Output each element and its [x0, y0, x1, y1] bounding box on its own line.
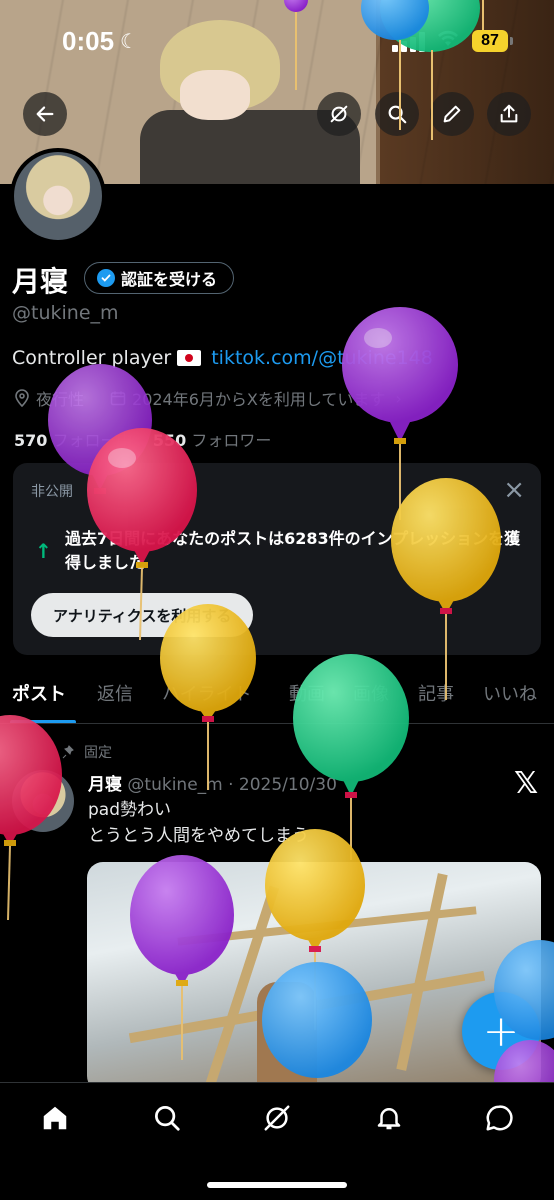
- pin-icon: [62, 745, 74, 759]
- moon-icon: ☾: [120, 29, 138, 53]
- status-time: 0:05: [62, 26, 115, 56]
- private-tag: 非公開: [31, 484, 73, 500]
- pinned-label: 固定: [62, 742, 112, 762]
- profile-meta: 夜行性 2024年6月からXを利用しています ›: [14, 386, 402, 410]
- active-tab-indicator: [10, 720, 76, 723]
- x-logo-icon: 𝕏: [514, 766, 539, 801]
- analytics-button[interactable]: アナリティクスを利用する: [31, 593, 254, 637]
- post-line-2: とうとう人間をやめてしまう: [88, 826, 309, 846]
- following-label: フォロー中: [52, 431, 133, 450]
- grok-icon: [330, 105, 348, 123]
- tab-posts[interactable]: ポスト: [12, 680, 66, 706]
- location-icon: [15, 389, 29, 407]
- get-verified-label: 認証を受ける: [121, 270, 218, 289]
- avatar-image: [14, 152, 102, 240]
- impressions-message: 過去7日間にあなたのポストは6283件のインプレッションを獲得しました: [65, 529, 521, 572]
- chevron-right-icon: ›: [395, 388, 402, 408]
- battery-indicator: 87: [472, 30, 513, 52]
- tab-likes[interactable]: いいね: [483, 680, 537, 706]
- followers-link[interactable]: 550 フォロワー: [153, 431, 272, 450]
- profile-avatar[interactable]: [10, 148, 106, 244]
- following-link[interactable]: 570 フォロー中: [14, 431, 133, 450]
- post-meta: @tukine_m · 2025/10/30: [127, 775, 337, 795]
- post-line-1: pad勢わい: [88, 800, 171, 820]
- wifi-icon: [436, 28, 460, 54]
- home-indicator[interactable]: [207, 1182, 347, 1188]
- home-icon[interactable]: [40, 1103, 70, 1133]
- post-header: 月寝 @tukine_m · 2025/10/30: [88, 770, 337, 795]
- tab-replies[interactable]: 返信: [97, 680, 133, 706]
- tab-articles[interactable]: 記事: [418, 680, 454, 706]
- profile-tabs: ポスト 返信 ハイライト 動画 画像 記事 いいね: [0, 668, 554, 724]
- search-icon[interactable]: [152, 1103, 182, 1133]
- profile-joined: 2024年6月からXを利用しています: [132, 390, 386, 409]
- media-beam: [396, 873, 448, 1071]
- share-icon: [500, 104, 518, 123]
- media-character: [257, 982, 317, 1092]
- compose-button[interactable]: +: [462, 992, 540, 1070]
- followers-label: フォロワー: [191, 431, 272, 450]
- grok-button[interactable]: [317, 92, 361, 136]
- profile-location: 夜行性: [36, 390, 85, 409]
- tab-videos[interactable]: 動画: [289, 680, 325, 706]
- share-button[interactable]: [487, 92, 531, 136]
- notifications-icon[interactable]: [374, 1103, 404, 1133]
- verified-badge-icon: [97, 269, 115, 287]
- back-arrow-icon: [36, 106, 54, 122]
- calendar-icon: [110, 391, 126, 406]
- bio-link[interactable]: tiktok.com/@tukine148: [211, 347, 433, 369]
- profile-bio: Controller player tiktok.com/@tukine148: [12, 347, 433, 369]
- pinned-text: 固定: [84, 745, 112, 761]
- tab-images[interactable]: 画像: [353, 680, 389, 706]
- messages-icon[interactable]: [484, 1103, 514, 1133]
- tab-highlights[interactable]: ハイライト: [162, 680, 252, 706]
- bio-text: Controller player: [12, 347, 172, 369]
- follow-stats: 570 フォロー中 550 フォロワー: [14, 427, 271, 451]
- profile-handle: @tukine_m: [12, 302, 119, 324]
- post-text: pad勢わい とうとう人間をやめてしまう: [88, 797, 309, 849]
- arrow-up-icon: ↑: [35, 539, 52, 563]
- status-bar: 0:05 ☾ 87: [0, 0, 554, 80]
- close-icon[interactable]: ×: [503, 477, 525, 503]
- search-button[interactable]: [375, 92, 419, 136]
- edit-icon: [443, 105, 461, 123]
- following-count: 570: [14, 431, 48, 450]
- followers-count: 550: [152, 431, 187, 450]
- back-button[interactable]: [23, 92, 67, 136]
- post-author[interactable]: 月寝: [88, 775, 122, 795]
- impressions-card: 非公開 × ↑ 過去7日間にあなたのポストは6283件のインプレッションを獲得し…: [13, 463, 541, 655]
- edit-button[interactable]: [430, 92, 474, 136]
- search-icon: [388, 105, 407, 124]
- grok-icon[interactable]: [262, 1103, 292, 1133]
- post-avatar[interactable]: [12, 770, 74, 832]
- cellular-signal-icon: [392, 30, 428, 52]
- get-verified-button[interactable]: 認証を受ける: [84, 262, 235, 294]
- profile-name: 月寝: [12, 265, 69, 298]
- japan-flag-icon: [177, 350, 202, 366]
